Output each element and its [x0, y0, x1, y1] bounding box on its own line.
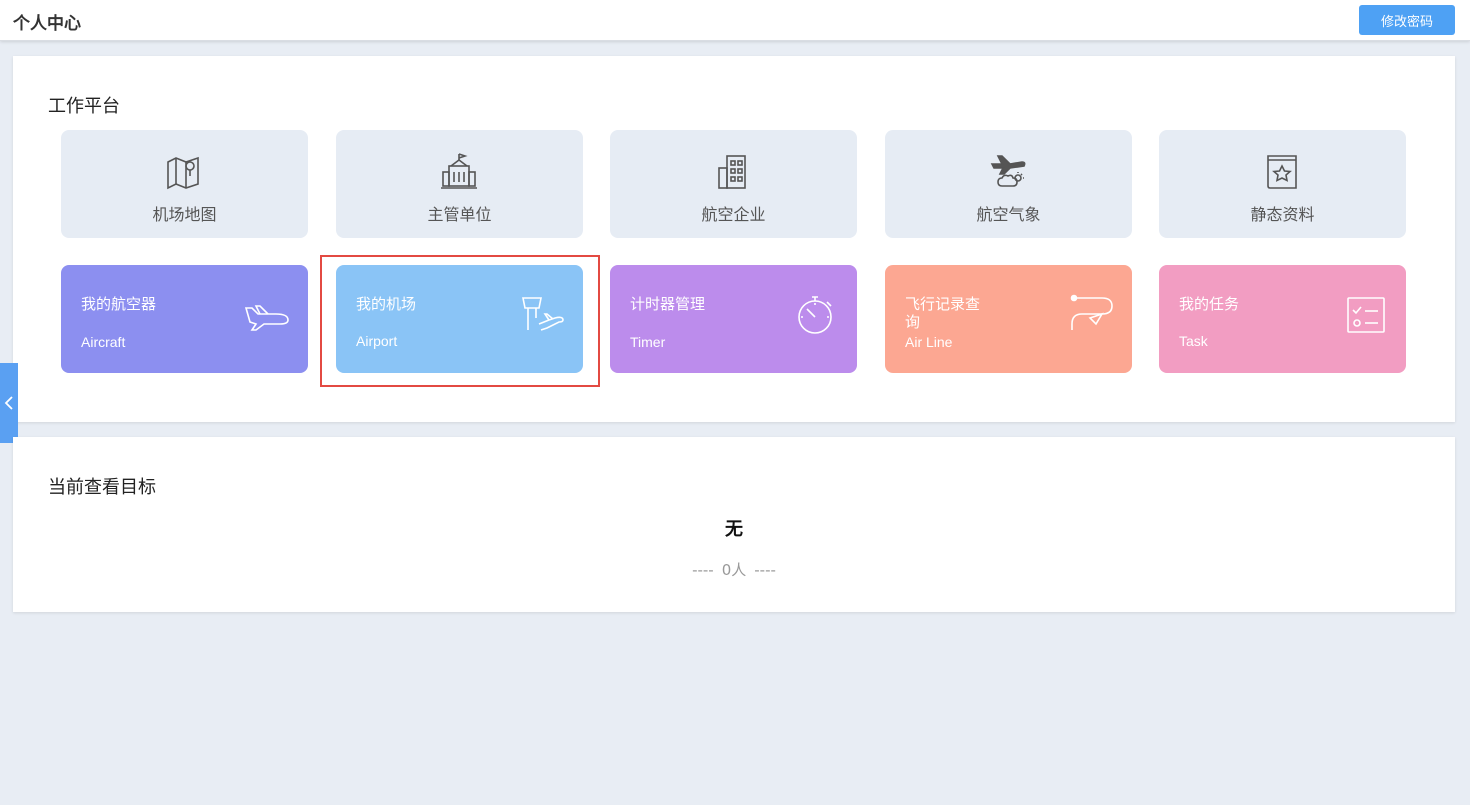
quick-link-aviation-enterprise[interactable]: 航空企业	[610, 130, 857, 238]
quick-link-airport-map[interactable]: 机场地图	[61, 130, 308, 238]
checklist-icon	[1347, 297, 1385, 333]
quick-link-authority[interactable]: 主管单位	[336, 130, 583, 238]
page-title: 个人中心	[13, 14, 81, 34]
card-subtitle: Task	[1179, 333, 1208, 349]
dash-left: ----	[692, 561, 714, 579]
quick-link-label: 航空气象	[976, 205, 1041, 224]
card-title: 我的机场	[356, 295, 417, 313]
quick-link-aviation-weather[interactable]: 航空气象	[885, 130, 1132, 238]
stopwatch-icon	[798, 296, 832, 334]
change-password-button[interactable]: 修改密码	[1359, 5, 1455, 35]
quick-link-static-data[interactable]: 静态资料	[1159, 130, 1406, 238]
sidebar-toggle[interactable]	[0, 363, 18, 443]
target-count: 0人	[721, 561, 747, 579]
workbench-title: 工作平台	[48, 96, 120, 117]
control-tower-icon	[522, 297, 564, 331]
quick-link-label: 主管单位	[427, 205, 492, 224]
star-book-icon	[1267, 155, 1297, 189]
flight-path-icon	[1070, 294, 1113, 330]
card-subtitle: Air Line	[905, 334, 953, 350]
card-timer-management[interactable]: 计时器管理 Timer	[610, 265, 857, 373]
workbench-panel: 工作平台 机场地图 主管单位 航空企业 航空气象 静态资料 我的航空器 Airc…	[13, 56, 1455, 422]
card-my-airport[interactable]: 我的机场 Airport	[336, 265, 583, 373]
government-building-icon	[441, 153, 477, 189]
airplane-icon	[244, 305, 289, 331]
card-flight-records[interactable]: 飞行记录查询 Air Line	[885, 265, 1132, 373]
card-title: 飞行记录查询	[905, 295, 981, 331]
card-title: 我的任务	[1179, 295, 1240, 313]
plane-weather-icon	[990, 155, 1026, 187]
top-bar: 个人中心 修改密码	[0, 0, 1470, 41]
card-my-tasks[interactable]: 我的任务 Task	[1159, 265, 1406, 373]
card-subtitle: Aircraft	[81, 334, 126, 350]
map-icon	[167, 156, 199, 190]
chevron-left-icon	[4, 396, 13, 410]
dash-right: ----	[754, 561, 776, 579]
current-target-panel: 当前查看目标 无 ---- 0人 ----	[13, 437, 1455, 612]
quick-link-label: 静态资料	[1250, 205, 1315, 224]
office-building-icon	[718, 155, 746, 189]
card-subtitle: Timer	[630, 334, 666, 350]
target-count-row: ---- 0人 ----	[13, 559, 1455, 580]
card-subtitle: Airport	[356, 333, 398, 349]
card-my-aircraft[interactable]: 我的航空器 Aircraft	[61, 265, 308, 373]
quick-link-label: 航空企业	[701, 205, 766, 224]
card-title: 我的航空器	[81, 295, 157, 313]
current-target-title: 当前查看目标	[48, 477, 156, 498]
card-title: 计时器管理	[630, 295, 706, 313]
target-name: 无	[725, 519, 743, 540]
quick-link-label: 机场地图	[152, 205, 217, 224]
